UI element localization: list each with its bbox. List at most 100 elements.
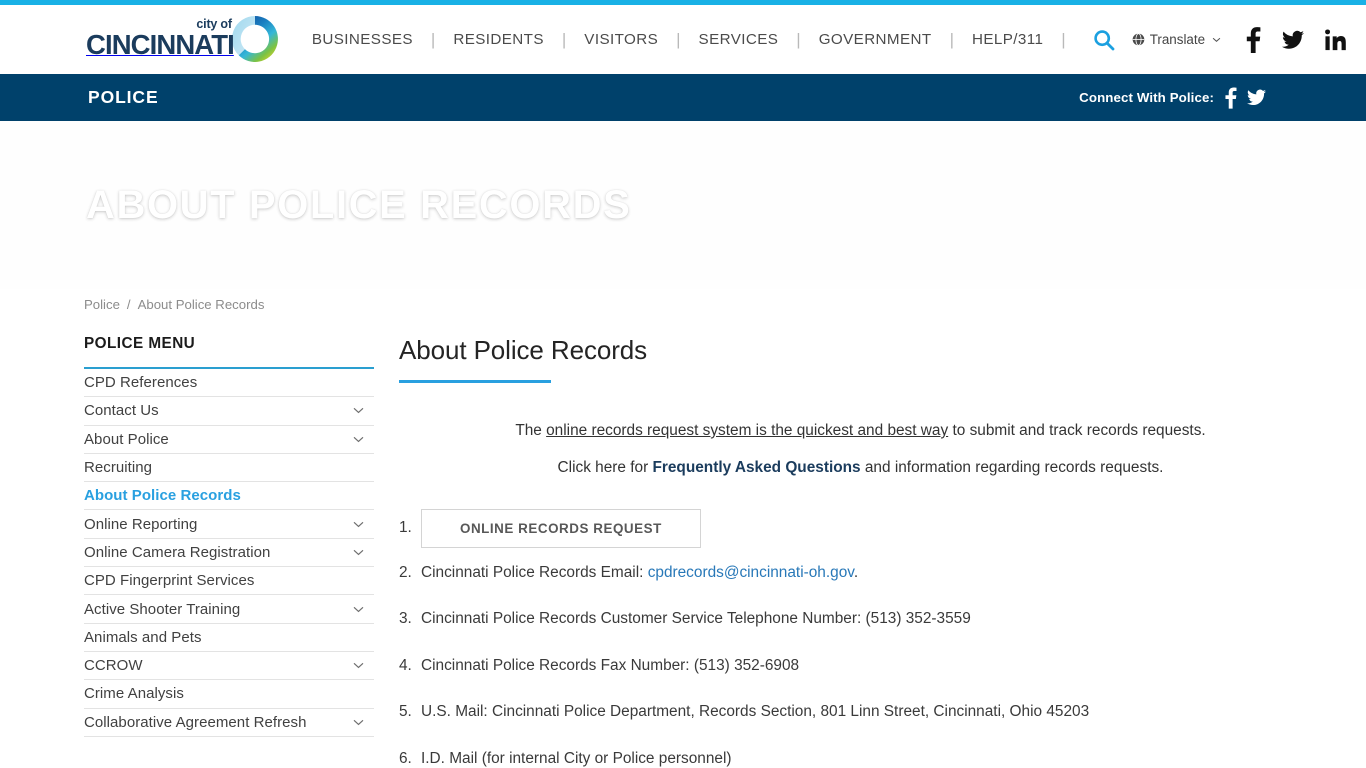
search-button[interactable] (1084, 20, 1124, 60)
sidebar-item-label[interactable]: Online Camera Registration (84, 544, 270, 561)
list-item-pre: Cincinnati Police Records Email: (421, 563, 648, 581)
sidebar-item-recruiting[interactable]: Recruiting (84, 454, 374, 483)
sidebar-item-contact-us[interactable]: Contact Us (84, 397, 374, 426)
main-navigation: BUSINESSES | RESIDENTS | VISITORS | SERV… (312, 30, 1084, 50)
page-body: POLICE MENU CPD References Contact Us Ab… (0, 319, 1366, 768)
list-item-text: I.D. Mail (for internal City or Police p… (421, 749, 732, 767)
intro-1-pre: The (515, 422, 547, 439)
sidebar-item-label[interactable]: Contact Us (84, 402, 159, 419)
sidebar-item-cpd-references[interactable]: CPD References (84, 369, 374, 398)
logo-cincinnati: CINCINNATI (86, 29, 235, 60)
chevron-down-icon[interactable] (353, 436, 364, 443)
intro-2-pre: Click here for (557, 459, 653, 477)
sidebar-menu: CPD References Contact Us About Police R… (84, 369, 374, 737)
nav-separator: | (430, 29, 436, 49)
sidebar-item-label[interactable]: Collaborative Agreement Refresh (84, 714, 307, 731)
page-title: ABOUT POLICE RECORDS (86, 182, 632, 227)
sidebar-item-label[interactable]: CCROW (84, 657, 143, 674)
breadcrumb-separator: / (126, 296, 131, 312)
list-number: 2. (399, 563, 412, 581)
sidebar-item-online-reporting[interactable]: Online Reporting (84, 510, 374, 539)
list-item: 6. I.D. Mail (for internal City or Polic… (399, 748, 1326, 768)
primary-header: city of CINCINNATI BUSINESSES | RESIDENT… (0, 5, 1366, 74)
nav-link-services[interactable]: SERVICES (699, 31, 779, 48)
sidebar-item-crime-analysis[interactable]: Crime Analysis (84, 680, 374, 709)
twitter-icon[interactable] (1247, 89, 1266, 106)
nav-link-visitors[interactable]: VISITORS (584, 31, 658, 48)
list-item-text: Cincinnati Police Records Email: cpdreco… (421, 562, 858, 584)
hero-banner: ABOUT POLICE RECORDS (0, 121, 1366, 289)
nav-separator: | (676, 29, 681, 49)
sidebar-item-ccrow[interactable]: CCROW (84, 652, 374, 681)
chevron-down-icon[interactable] (353, 662, 364, 669)
chevron-down-icon (1212, 37, 1221, 42)
online-records-request-button[interactable]: ONLINE RECORDS REQUEST (421, 508, 701, 548)
department-bar: POLICE Connect With Police: (0, 74, 1366, 121)
faq-link[interactable]: Frequently Asked Questions (652, 459, 860, 476)
connect-with-police-label: Connect With Police: (1079, 90, 1214, 105)
sidebar-item-label[interactable]: CPD Fingerprint Services (84, 572, 254, 589)
list-number: 6. (399, 749, 412, 767)
chevron-down-icon[interactable] (353, 549, 364, 556)
intro-2-post: and information regarding records reques… (860, 459, 1164, 477)
chevron-down-icon[interactable] (353, 606, 364, 613)
twitter-icon[interactable] (1282, 30, 1305, 50)
search-icon (1094, 29, 1115, 50)
list-item: 4. Cincinnati Police Records Fax Number:… (399, 655, 1326, 677)
translate-dropdown[interactable]: Translate (1132, 32, 1221, 47)
sidebar-item-active-shooter-training[interactable]: Active Shooter Training (84, 595, 374, 624)
sidebar-item-online-camera-registration[interactable]: Online Camera Registration (84, 539, 374, 568)
cincinnati-c-mark-icon (231, 15, 278, 62)
content-heading-rule (399, 380, 551, 383)
logo-text: city of CINCINNATI (86, 18, 235, 66)
sidebar-title: POLICE MENU (84, 335, 196, 352)
logo-city-of: city of (196, 17, 232, 31)
sidebar-item-about-police-records[interactable]: About Police Records (84, 482, 374, 511)
sidebar-item-cpd-fingerprint-services[interactable]: CPD Fingerprint Services (84, 567, 374, 596)
list-item-post: . (853, 563, 859, 581)
list-item: 5. U.S. Mail: Cincinnati Police Departme… (399, 701, 1326, 723)
sidebar-item-label[interactable]: About Police Records (84, 487, 241, 504)
department-social-group: Connect With Police: (1079, 87, 1266, 109)
sidebar-item-label[interactable]: Online Reporting (84, 516, 197, 533)
content-heading: About Police Records (399, 335, 648, 365)
list-number: 5. (399, 703, 412, 721)
nav-link-residents[interactable]: RESIDENTS (453, 31, 544, 48)
online-records-request-system-link[interactable]: online records request system is the qui… (546, 422, 948, 439)
sidebar-item-label[interactable]: Active Shooter Training (84, 601, 240, 618)
facebook-icon[interactable] (1245, 26, 1261, 53)
sidebar-item-label[interactable]: Recruiting (84, 459, 152, 476)
list-item: 3. Cincinnati Police Records Customer Se… (399, 608, 1326, 630)
department-social-links (1224, 87, 1266, 109)
list-number: 1. (399, 519, 412, 537)
sidebar-item-collaborative-agreement-refresh[interactable]: Collaborative Agreement Refresh (84, 709, 374, 737)
records-email-link[interactable]: cpdrecords@cincinnati-oh.gov (648, 564, 854, 581)
list-item: 1. ONLINE RECORDS REQUEST (399, 508, 1326, 548)
sidebar-item-label[interactable]: Animals and Pets (84, 629, 202, 646)
list-item: 2. Cincinnati Police Records Email: cpdr… (399, 562, 1326, 584)
facebook-icon[interactable] (1224, 87, 1237, 109)
sidebar-item-label[interactable]: CPD References (84, 374, 197, 391)
chevron-down-icon[interactable] (353, 521, 364, 528)
chevron-down-icon[interactable] (353, 719, 364, 726)
department-title: POLICE (88, 87, 159, 107)
sidebar-item-about-police[interactable]: About Police (84, 426, 374, 454)
nav-link-government[interactable]: GOVERNMENT (819, 31, 932, 48)
breadcrumb-parent-link[interactable]: Police (84, 297, 120, 312)
sidebar-item-label[interactable]: About Police (84, 431, 169, 448)
nav-separator: | (949, 29, 954, 49)
nav-link-help311[interactable]: HELP/311 (972, 31, 1043, 48)
list-number: 3. (399, 610, 412, 628)
list-item-text: U.S. Mail: Cincinnati Police Department,… (421, 703, 1090, 721)
linkedin-icon[interactable] (1325, 28, 1347, 51)
list-number: 4. (399, 656, 412, 674)
nav-link-businesses[interactable]: BUSINESSES (312, 31, 413, 48)
chevron-down-icon[interactable] (353, 407, 364, 414)
intro-paragraph-1: The online records request system is the… (399, 420, 1326, 442)
sidebar-item-animals-and-pets[interactable]: Animals and Pets (84, 624, 374, 652)
nav-separator: | (796, 29, 801, 49)
main-content: About Police Records The online records … (374, 335, 1366, 768)
sidebar-item-label[interactable]: Crime Analysis (84, 685, 184, 702)
city-logo[interactable]: city of CINCINNATI (86, 14, 282, 66)
contact-methods-list: 1. ONLINE RECORDS REQUEST 2. Cincinnati … (399, 508, 1326, 768)
